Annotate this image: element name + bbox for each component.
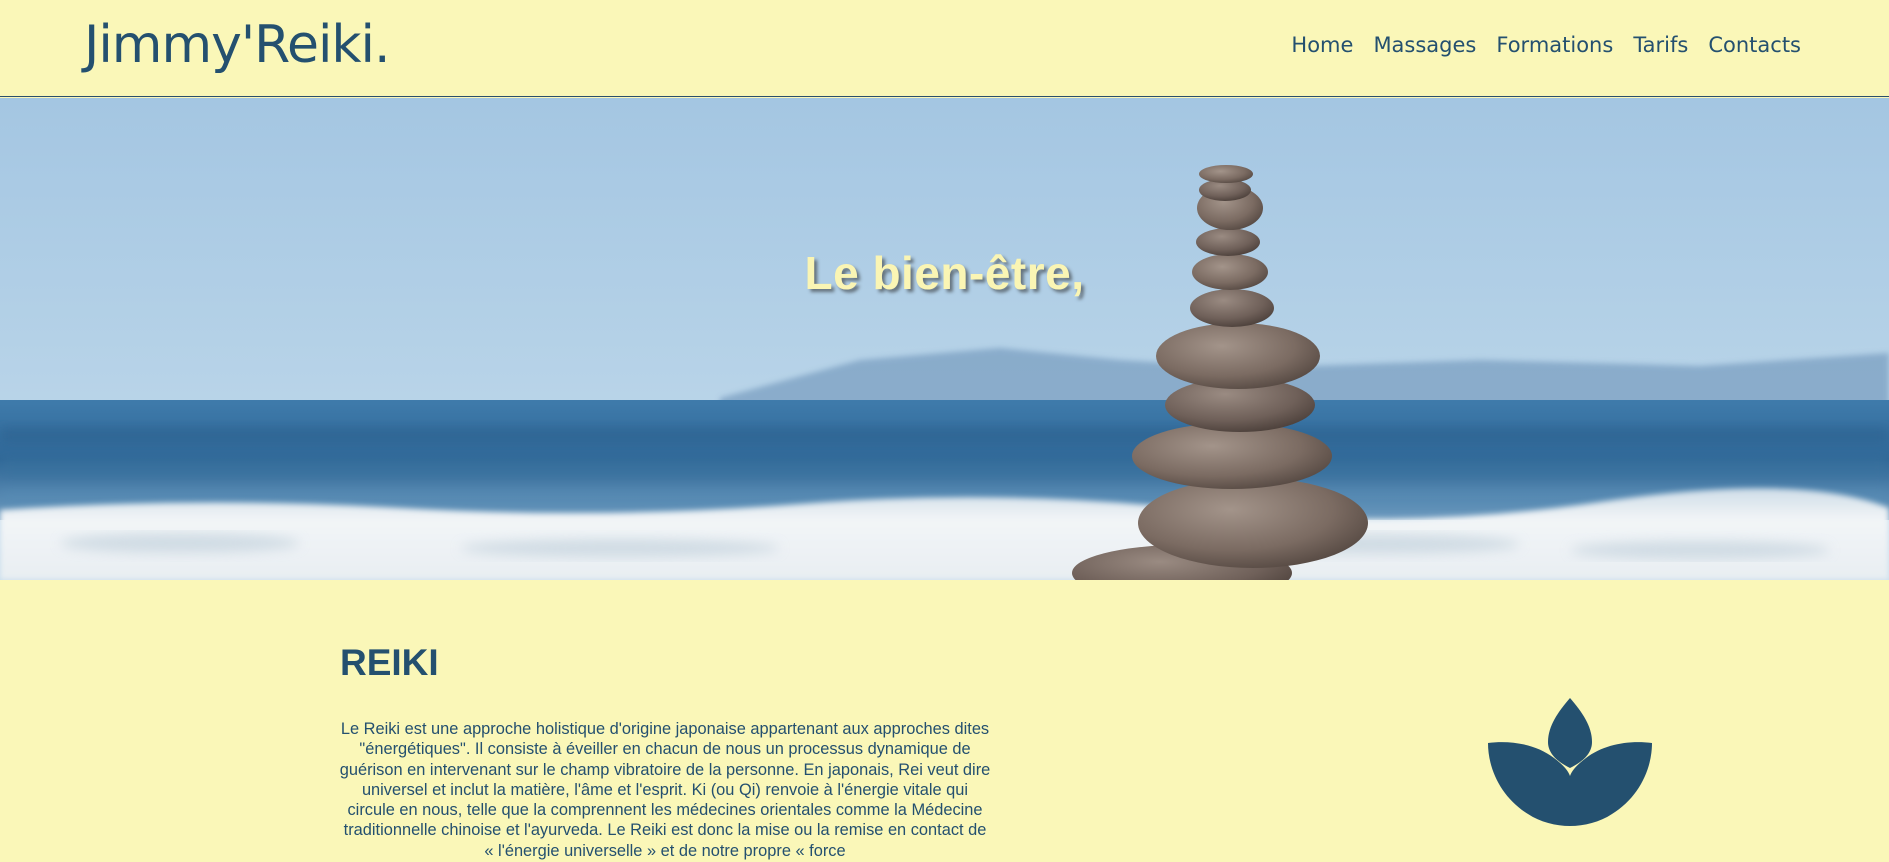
section-text: Le Reiki est une approche holistique d'o… <box>339 720 991 860</box>
site-logo[interactable]: Jimmy'Reiki. <box>84 10 390 80</box>
hero-image <box>0 98 1889 580</box>
nav-home[interactable]: Home <box>1281 30 1363 60</box>
hero-title: Le bien-être, <box>804 247 1085 299</box>
section-title: REIKI <box>340 642 439 683</box>
main-nav: Home Massages Formations Tarifs Contacts <box>1281 30 1811 60</box>
nav-massages[interactable]: Massages <box>1363 30 1486 60</box>
lotus-icon <box>1488 698 1652 826</box>
nav-tarifs[interactable]: Tarifs <box>1623 30 1698 60</box>
page: Jimmy'Reiki. Home Massages Formations Ta… <box>0 0 1889 862</box>
site-header: Jimmy'Reiki. Home Massages Formations Ta… <box>0 0 1889 97</box>
nav-formations[interactable]: Formations <box>1486 30 1623 60</box>
nav-contacts[interactable]: Contacts <box>1698 30 1811 60</box>
reiki-section: REIKI Le Reiki est une approche holistiq… <box>0 580 1889 862</box>
hero-banner: Le bien-être, <box>0 98 1889 580</box>
